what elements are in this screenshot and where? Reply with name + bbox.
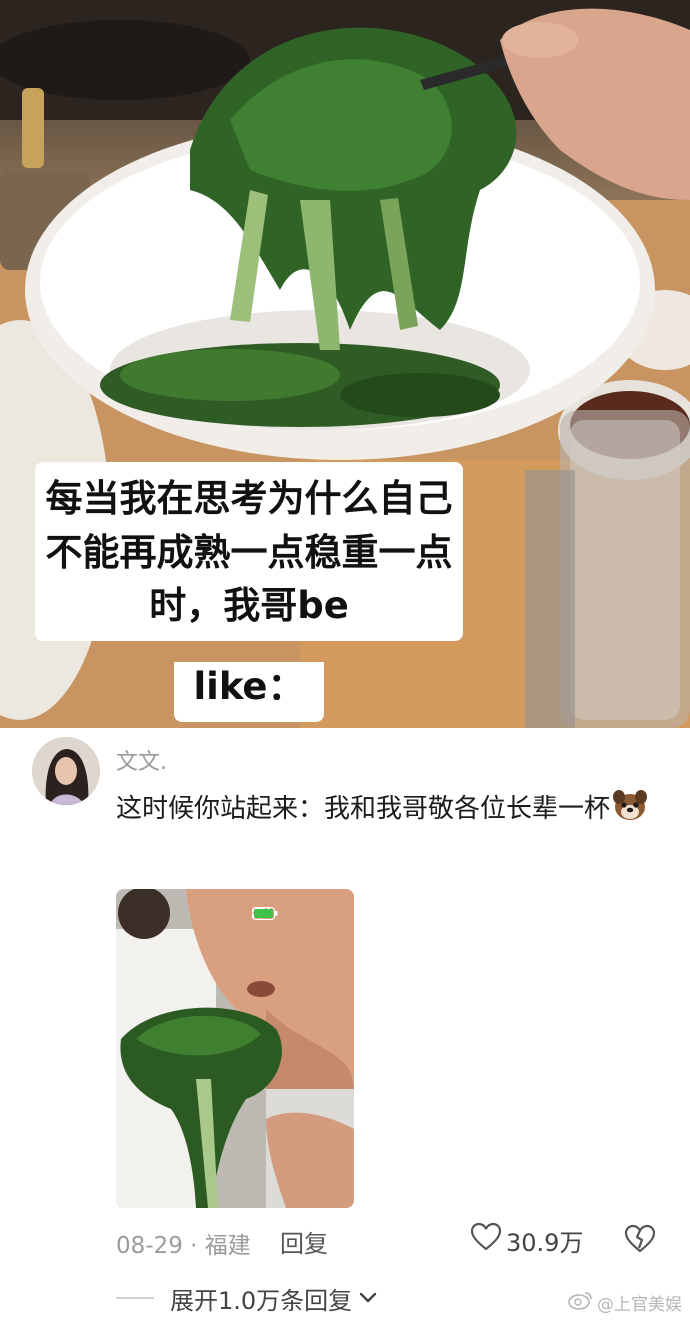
- post-photo[interactable]: 每当我在思考为什么自己不能再成熟一点稳重一点时，我哥be like：: [0, 0, 690, 728]
- watermark-text: @上官美娱: [597, 1295, 682, 1315]
- expand-replies-button[interactable]: 展开1.0万条回复: [116, 1278, 378, 1318]
- like-count: 30.9万: [506, 1228, 584, 1257]
- post-caption: 每当我在思考为什么自己不能再成熟一点稳重一点时，我哥be: [35, 462, 463, 641]
- reply-button[interactable]: 回复: [280, 1224, 328, 1259]
- expand-replies-label: 展开1.0万条回复: [170, 1286, 353, 1315]
- comment-body: 这时候你站起来：我和我哥敬各位长辈一杯: [116, 784, 656, 835]
- expand-divider: [116, 1297, 154, 1299]
- watermark: @上官美娱: [568, 1290, 682, 1315]
- weibo-logo-icon: [568, 1290, 594, 1315]
- comment-meta-row: 08-29 · 福建 回复 30.9万: [116, 1222, 656, 1260]
- post-caption-text: 每当我在思考为什么自己不能再成熟一点稳重一点时，我哥be: [45, 477, 453, 628]
- avatar[interactable]: [32, 737, 100, 805]
- chevron-down-icon: [358, 1291, 378, 1305]
- dog-emoji-icon: [612, 787, 648, 823]
- comment-date-location: 08-29 · 福建: [116, 1233, 251, 1259]
- comment-username[interactable]: 文文.: [116, 744, 167, 776]
- comment-text: 这时候你站起来：我和我哥敬各位长辈一杯: [116, 794, 611, 824]
- like-button[interactable]: 30.9万: [470, 1222, 583, 1258]
- avatar-image: [32, 737, 100, 805]
- broken-heart-icon[interactable]: [624, 1224, 656, 1260]
- attached-photo-scene: [116, 889, 354, 1208]
- comment-attached-image[interactable]: [116, 889, 354, 1208]
- heart-icon: [470, 1222, 502, 1258]
- post-caption-tail: like：: [174, 662, 324, 722]
